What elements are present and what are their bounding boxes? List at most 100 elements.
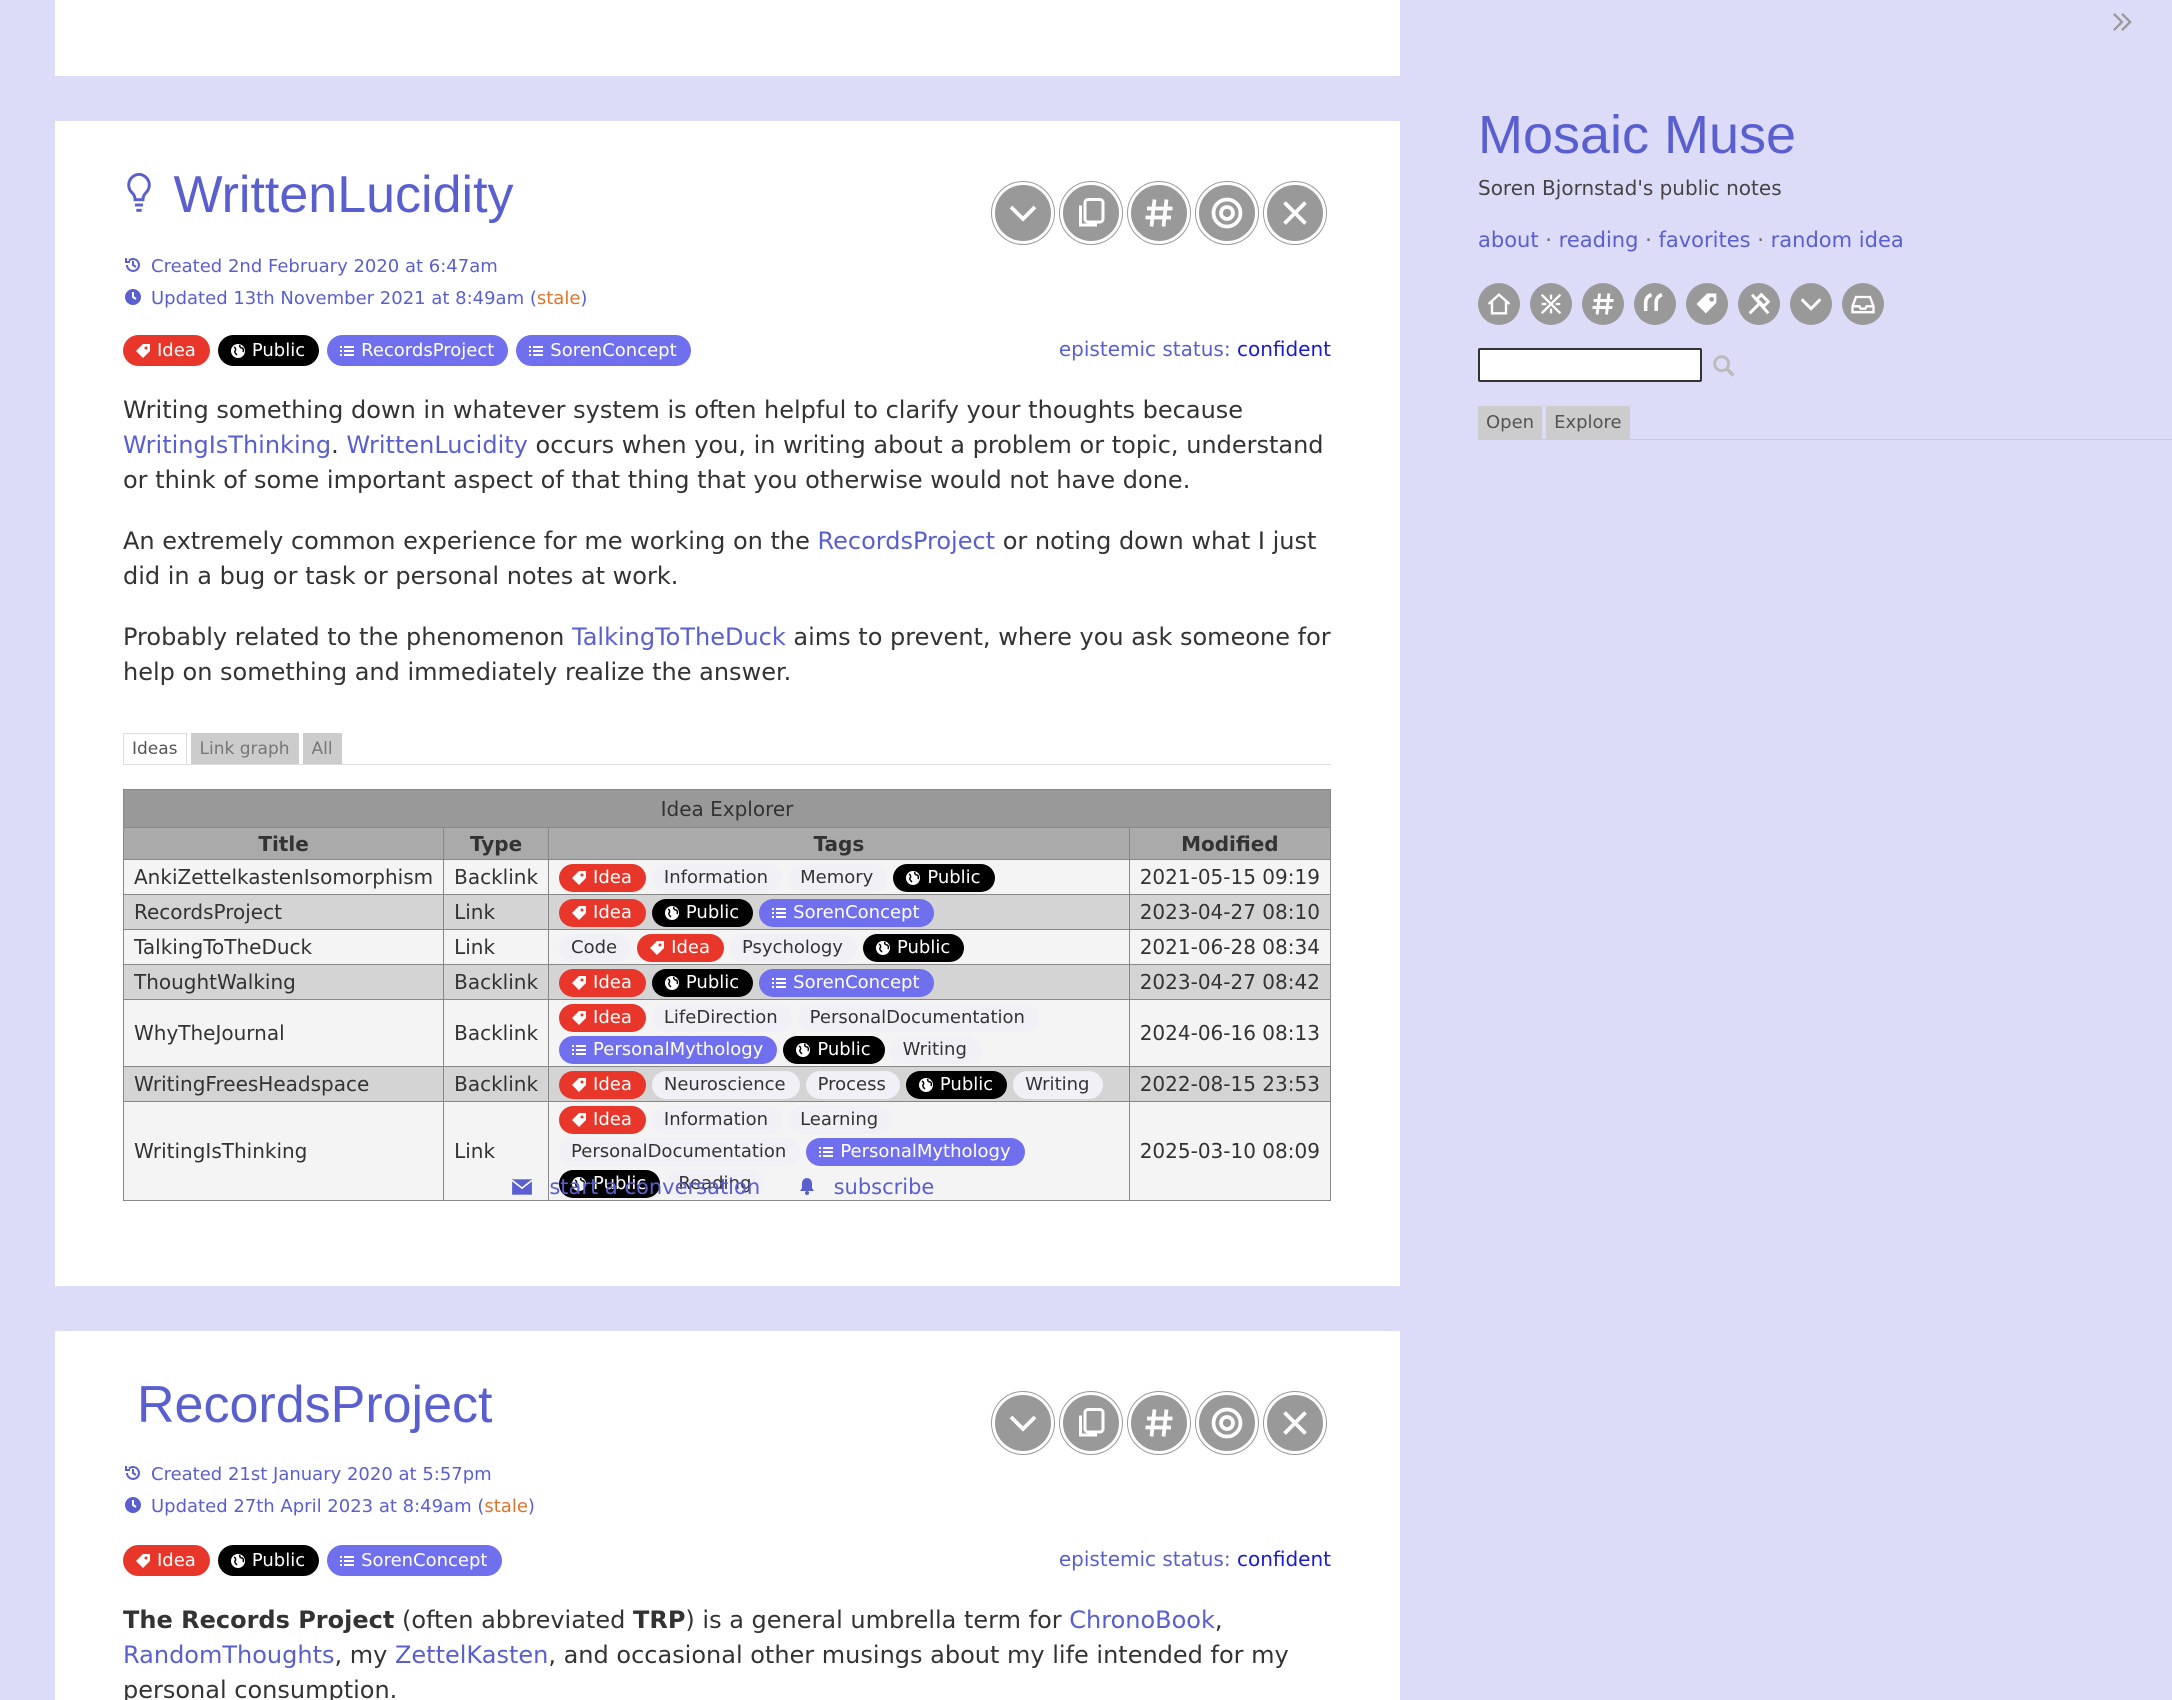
epistemic-value-link[interactable]: confident [1237, 1547, 1331, 1571]
tag-writing[interactable]: Writing [890, 1036, 981, 1064]
tag-idea[interactable]: Idea [559, 864, 646, 892]
tag-idea[interactable]: Idea [559, 1106, 646, 1134]
link-about[interactable]: about [1478, 228, 1539, 252]
close-button[interactable] [1264, 1392, 1326, 1454]
link-writingisthinking[interactable]: WritingIsThinking [123, 431, 331, 459]
quotes-button[interactable] [1634, 283, 1676, 325]
epistemic-status: epistemic status: confident [1058, 337, 1331, 361]
copy-button[interactable] [1060, 1392, 1122, 1454]
column-header-modified[interactable]: Modified [1128, 827, 1332, 860]
stale-link[interactable]: stale [537, 288, 581, 309]
tag-personalmythology[interactable]: PersonalMythology [559, 1036, 778, 1064]
tag-code[interactable]: Code [559, 934, 632, 962]
row-title-link[interactable]: AnkiZettelkastenIsomorphism [122, 859, 445, 895]
tab-explore[interactable]: Explore [1546, 406, 1630, 440]
tag-memory[interactable]: Memory [788, 864, 888, 892]
new-tag-button[interactable] [1686, 283, 1728, 325]
column-header-type[interactable]: Type [443, 827, 550, 860]
focus-button[interactable] [1196, 1392, 1258, 1454]
link-chronobook[interactable]: ChronoBook [1069, 1606, 1215, 1634]
row-title-link[interactable]: WhyTheJournal [122, 999, 445, 1067]
hash-button[interactable] [1128, 1392, 1190, 1454]
link-reading[interactable]: reading [1559, 228, 1639, 252]
link-writtenlucidity[interactable]: WrittenLucidity [346, 431, 528, 459]
tiddler-writtenlucidity: WrittenLucidity Created 2nd February 202… [55, 121, 1400, 1286]
tag-learning[interactable]: Learning [788, 1106, 893, 1134]
tag-public[interactable]: Public [783, 1036, 885, 1064]
copy-button[interactable] [1060, 182, 1122, 244]
site-title[interactable]: Mosaic Muse [1478, 104, 1796, 166]
tag-personaldocumentation[interactable]: PersonalDocumentation [559, 1138, 801, 1166]
tags-button[interactable] [1582, 283, 1624, 325]
tag-neuroscience[interactable]: Neuroscience [651, 1071, 800, 1099]
tag-idea[interactable]: Idea [559, 969, 646, 997]
tab-open[interactable]: Open [1478, 406, 1543, 440]
tag-idea[interactable]: Idea [123, 1545, 210, 1576]
shuffle-button[interactable] [1530, 283, 1572, 325]
tab-ideas[interactable]: Ideas [123, 733, 187, 764]
link-recordsproject[interactable]: RecordsProject [818, 527, 996, 555]
link-talkingtotheduck[interactable]: TalkingToTheDuck [572, 623, 786, 651]
tag-sorenconcept[interactable]: SorenConcept [516, 335, 691, 366]
inbox-button[interactable] [1842, 283, 1884, 325]
tag-idea[interactable]: Idea [123, 335, 210, 366]
column-header-title[interactable]: Title [122, 827, 445, 860]
tag-idea[interactable]: Idea [559, 1071, 646, 1099]
tag-icon [572, 1113, 587, 1127]
tag-sorenconcept[interactable]: SorenConcept [759, 899, 934, 927]
tag-idea[interactable]: Idea [559, 899, 646, 927]
tag-writing[interactable]: Writing [1013, 1071, 1104, 1099]
tag-public[interactable]: Public [651, 899, 754, 927]
tag-public[interactable]: Public [893, 864, 995, 892]
tag-public[interactable]: Public [217, 335, 320, 366]
stale-link[interactable]: stale [484, 1496, 528, 1517]
tag-psychology[interactable]: Psychology [729, 934, 857, 962]
tab-all[interactable]: All [302, 733, 342, 764]
sidebar-links: about · reading · favorites · random ide… [1478, 228, 1904, 252]
tag-sorenconcept[interactable]: SorenConcept [327, 1545, 502, 1576]
subscribe-link[interactable]: subscribe [797, 1175, 944, 1199]
tag-personalmythology[interactable]: PersonalMythology [806, 1138, 1025, 1166]
collapse-sidebar-icon[interactable] [2108, 8, 2136, 36]
tag-idea[interactable]: Idea [559, 1004, 646, 1032]
link-randomthoughts[interactable]: RandomThoughts [123, 1641, 335, 1669]
epistemic-value-link[interactable]: confident [1237, 337, 1331, 361]
search-icon[interactable] [1710, 352, 1738, 380]
tag-public[interactable]: Public [217, 1545, 320, 1576]
updated-line: Updated 13th November 2021 at 8:49am (st… [123, 283, 587, 315]
fold-button[interactable] [992, 1392, 1054, 1454]
row-title-link[interactable]: ThoughtWalking [122, 964, 445, 1000]
globe-icon [664, 906, 679, 920]
link-random-idea[interactable]: random idea [1771, 228, 1904, 252]
link-favorites[interactable]: favorites [1658, 228, 1750, 252]
row-type: Link [443, 894, 550, 930]
tag-public[interactable]: Public [905, 1071, 1008, 1099]
fold-button[interactable] [992, 182, 1054, 244]
search-input[interactable] [1478, 348, 1702, 382]
home-button[interactable] [1478, 283, 1520, 325]
close-button[interactable] [1264, 182, 1326, 244]
tag-public[interactable]: Public [862, 934, 965, 962]
row-title-link[interactable]: TalkingToTheDuck [122, 929, 445, 965]
tag-process[interactable]: Process [805, 1071, 900, 1099]
tag-lifedirection[interactable]: LifeDirection [651, 1004, 792, 1032]
tag-public[interactable]: Public [651, 969, 754, 997]
row-title-link[interactable]: RecordsProject [122, 894, 445, 930]
list-icon [819, 1147, 834, 1157]
paragraph-1: The Records Project (often abbreviated T… [123, 1606, 1289, 1700]
tag-sorenconcept[interactable]: SorenConcept [759, 969, 934, 997]
link-zettelkasten[interactable]: ZettelKasten [395, 1641, 548, 1669]
tag-information[interactable]: Information [651, 1106, 783, 1134]
tag-idea[interactable]: Idea [637, 934, 724, 962]
tag-personaldocumentation[interactable]: PersonalDocumentation [797, 1004, 1039, 1032]
column-header-tags[interactable]: Tags [548, 827, 1130, 860]
tag-recordsproject[interactable]: RecordsProject [327, 335, 509, 366]
tools-button[interactable] [1738, 283, 1780, 325]
more-button[interactable] [1790, 283, 1832, 325]
tag-information[interactable]: Information [651, 864, 783, 892]
focus-button[interactable] [1196, 182, 1258, 244]
hash-button[interactable] [1128, 182, 1190, 244]
start-conversation-link[interactable]: start a conversation [511, 1175, 771, 1199]
tab-link-graph[interactable]: Link graph [190, 733, 299, 764]
row-title-link[interactable]: WritingFreesHeadspace [122, 1066, 445, 1102]
